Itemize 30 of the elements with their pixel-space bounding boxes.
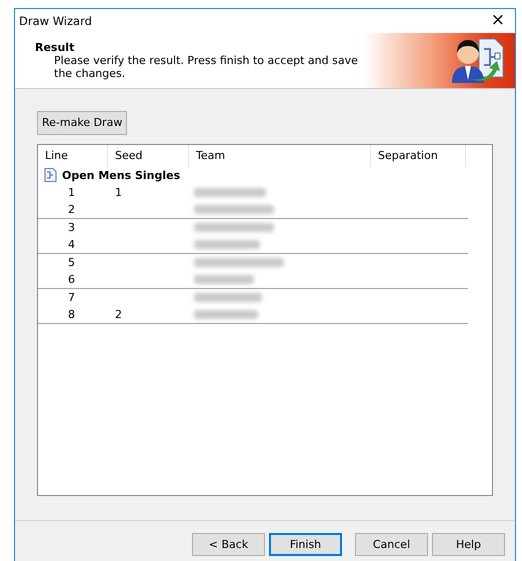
column-header[interactable]: Separation — [371, 144, 466, 167]
line-number: 3 — [67, 220, 76, 234]
column-header[interactable]: Line — [38, 144, 108, 167]
document-icon — [44, 168, 57, 182]
group-name: Open Mens Singles — [62, 168, 180, 182]
blurred-team-name — [194, 240, 260, 249]
step-title: Result — [35, 40, 76, 54]
line-number: 4 — [67, 238, 76, 251]
blurred-team-name — [194, 292, 262, 302]
blurred-team-name — [194, 310, 258, 319]
line-number: 5 — [67, 256, 76, 269]
dialog-button[interactable]: Help — [432, 532, 505, 556]
seed-number: 2 — [114, 308, 123, 321]
blurred-team-name — [194, 274, 254, 284]
remake-draw-button[interactable]: Re-make Draw — [37, 110, 128, 135]
dialog-button[interactable]: < Back — [192, 532, 265, 556]
line-number: 7 — [67, 290, 76, 304]
seed-number: 1 — [114, 186, 123, 199]
step-description: Please verify the result. Press finish to accept and save the changes. — [53, 54, 359, 80]
column-header[interactable]: Seed — [108, 144, 189, 167]
window-title: Draw Wizard — [19, 14, 92, 28]
line-number: 2 — [67, 202, 76, 216]
dialog-button[interactable]: Cancel — [355, 532, 428, 556]
line-number: 8 — [67, 308, 76, 321]
close-button[interactable]: × — [486, 12, 509, 30]
line-number: 6 — [67, 272, 76, 286]
line-number: 1 — [67, 186, 76, 199]
blurred-team-name — [194, 188, 266, 197]
column-header[interactable]: Team — [189, 144, 371, 167]
default-button[interactable]: Finish — [269, 532, 342, 556]
